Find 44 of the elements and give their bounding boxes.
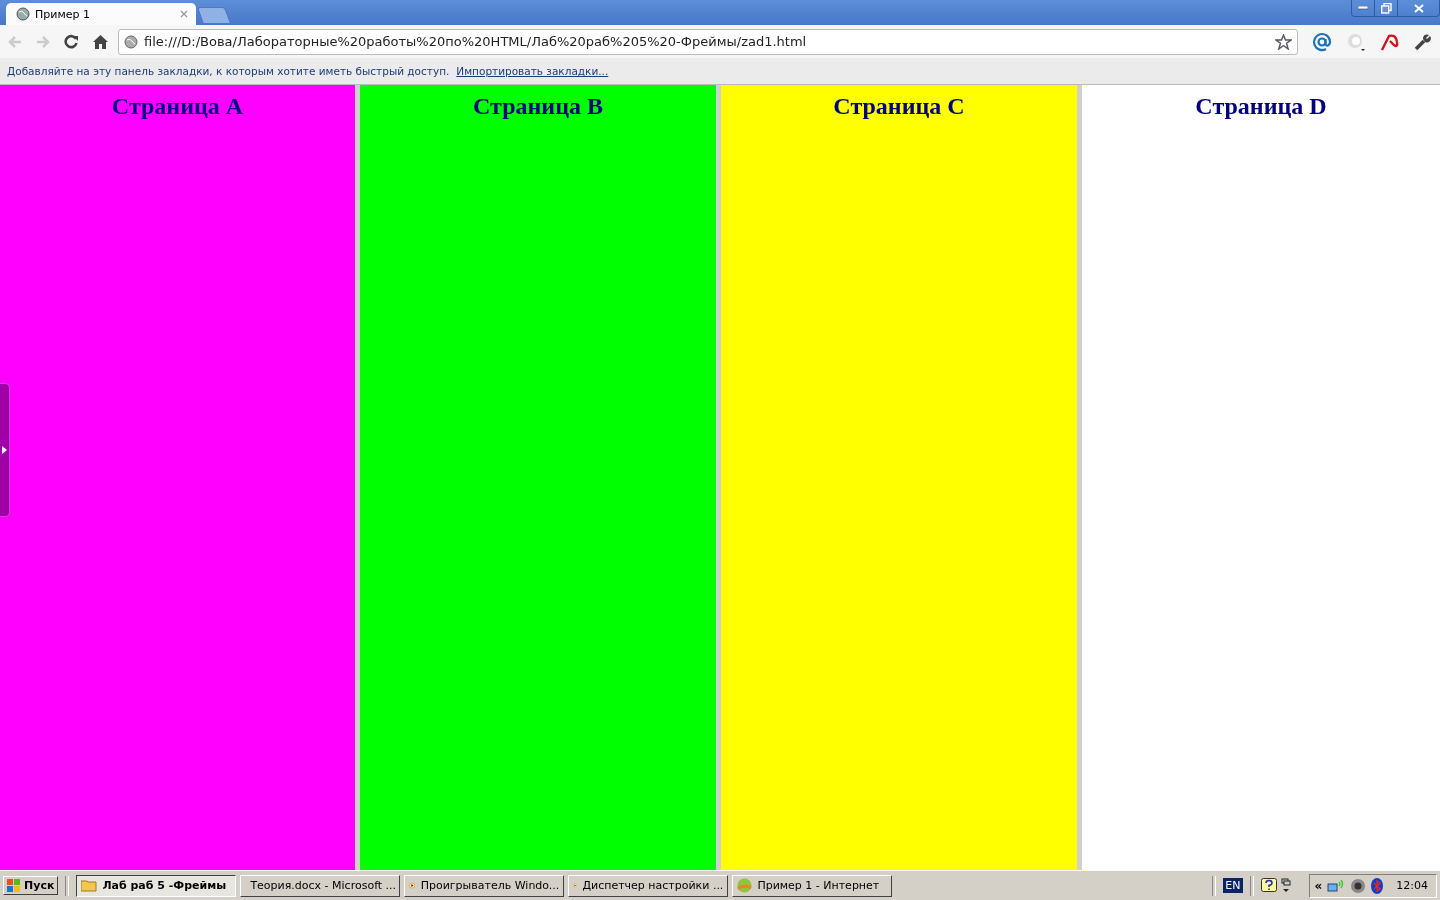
minimize-icon bbox=[1358, 6, 1368, 10]
taskbar-button[interactable]: Теория.docx - Microsoft ... bbox=[240, 874, 401, 897]
taskbar-label: Пример 1 - Интернет bbox=[757, 879, 880, 892]
windows-icon[interactable] bbox=[1280, 877, 1291, 894]
swirl-icon bbox=[737, 878, 753, 893]
taskbar-button[interactable]: Диспетчер настройки ... bbox=[568, 874, 729, 897]
expand-icon bbox=[2, 446, 7, 454]
import-bookmarks-link[interactable]: Импортировать закладки... bbox=[456, 65, 609, 77]
home-icon[interactable] bbox=[93, 34, 108, 49]
star-icon[interactable] bbox=[1275, 33, 1292, 50]
at-sign-icon[interactable] bbox=[1312, 31, 1332, 52]
restore-icon bbox=[1380, 2, 1392, 14]
side-panel-handle[interactable] bbox=[0, 383, 10, 517]
tab-title: Пример 1 bbox=[35, 7, 91, 21]
tray-expand-button[interactable]: « bbox=[1314, 878, 1323, 893]
address-text: file:///D:/Вова/Лабораторные%20работы%20по%20HTML/Лаб%20раб%205%20-Фреймы/zad1.html bbox=[144, 34, 808, 49]
taskbar-button[interactable]: Лаб раб 5 -Фреймы bbox=[76, 874, 237, 897]
start-button[interactable]: Пуск bbox=[3, 876, 59, 895]
page-heading: Страница C bbox=[833, 93, 965, 120]
globe-icon bbox=[16, 7, 30, 21]
folder-icon bbox=[81, 879, 98, 892]
taskbar-button[interactable]: Проигрыватель Windo... bbox=[404, 874, 565, 897]
reload-icon[interactable] bbox=[64, 34, 79, 49]
windows-logo-icon bbox=[7, 879, 21, 892]
taskbar-label: Диспетчер настройки ... bbox=[582, 879, 724, 892]
taskbar-label: Лаб раб 5 -Фреймы bbox=[102, 879, 227, 892]
language-indicator[interactable]: EN bbox=[1223, 878, 1243, 893]
page-heading: Страница B bbox=[473, 93, 603, 120]
taskbar-label: Теория.docx - Microsoft ... bbox=[250, 879, 397, 892]
bluetooth-icon[interactable] bbox=[1371, 877, 1384, 894]
close-icon[interactable] bbox=[180, 10, 188, 18]
close-icon bbox=[1413, 3, 1424, 13]
bookmarks-hint: Добавляйте на эту панель закладки, к которым хотите иметь быстрый доступ. bbox=[7, 65, 450, 77]
clock: 12:04 bbox=[1396, 879, 1428, 892]
help-icon[interactable] bbox=[1260, 877, 1277, 894]
speaker-icon[interactable] bbox=[1350, 877, 1367, 894]
globe-icon bbox=[124, 34, 138, 49]
taskbar-button[interactable]: Пример 1 - Интернет bbox=[732, 874, 893, 897]
wrench-icon[interactable] bbox=[1414, 32, 1432, 51]
page-heading: Страница A bbox=[111, 93, 244, 120]
taskbar-label: Проигрыватель Windo... bbox=[420, 879, 560, 892]
browser-tab[interactable]: Пример 1 bbox=[6, 3, 196, 25]
address-bar[interactable]: file:///D:/Вова/Лабораторные%20работы%20по%20HTML/Лаб%20раб%205%20-Фреймы/zad1.html bbox=[118, 28, 1298, 55]
page-heading: Страница D bbox=[1195, 93, 1327, 120]
